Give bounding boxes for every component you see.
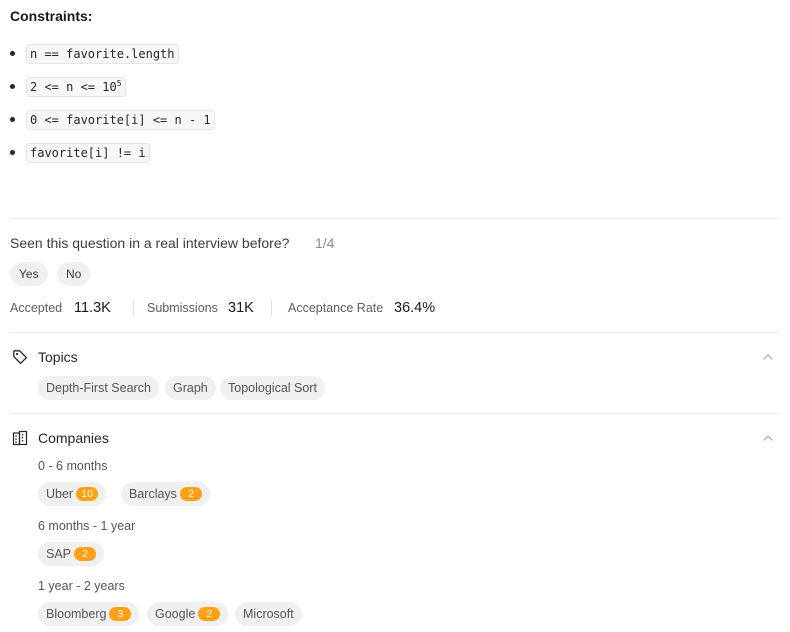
company-name: SAP	[46, 547, 72, 561]
company-tag[interactable]: Uber 10	[38, 482, 107, 506]
topic-tag[interactable]: Graph	[165, 376, 216, 400]
company-name: Bloomberg	[46, 607, 107, 621]
company-tag[interactable]: Barclays 2	[121, 482, 210, 506]
companies-heading[interactable]: Companies	[38, 430, 109, 446]
company-tag[interactable]: Microsoft	[235, 602, 302, 626]
stat-separator	[133, 300, 134, 316]
topic-tag[interactable]: Topological Sort	[220, 376, 325, 400]
company-tag[interactable]: Bloomberg 3	[38, 602, 140, 626]
period-label: 0 - 6 months	[38, 459, 108, 473]
company-name: Google	[155, 607, 196, 621]
building-icon	[12, 430, 28, 446]
question-details-panel: Constraints: n == favorite.length 2 <= n…	[0, 0, 790, 632]
constraint-code: favorite[i] != i	[26, 143, 150, 163]
yes-button[interactable]: Yes	[10, 262, 48, 286]
submissions-value: 31K	[228, 300, 254, 316]
interview-question-text: Seen this question in a real interview b…	[10, 235, 290, 251]
company-count-badge: 10	[76, 487, 99, 501]
company-count-badge: 2	[74, 547, 97, 561]
company-count-badge: 2	[179, 487, 202, 501]
stat-separator	[271, 300, 272, 316]
divider	[10, 218, 780, 219]
divider	[10, 413, 780, 414]
divider	[10, 332, 780, 333]
chevron-up-icon[interactable]	[762, 432, 774, 444]
company-tag[interactable]: Google 2	[147, 602, 229, 626]
company-count-badge: 3	[109, 607, 132, 621]
tag-icon	[13, 350, 28, 365]
constraints-heading: Constraints:	[10, 8, 93, 24]
bullet-icon	[10, 150, 15, 155]
accepted-label: Accepted	[10, 301, 63, 315]
submissions-label: Submissions	[147, 301, 218, 315]
topics-heading[interactable]: Topics	[38, 349, 78, 365]
company-name: Barclays	[129, 487, 177, 501]
bullet-icon	[10, 51, 15, 56]
constraint-code: 0 <= favorite[i] <= n - 1	[26, 110, 215, 130]
accepted-value: 11.3K	[74, 300, 111, 316]
bullet-icon	[10, 117, 15, 122]
acceptance-rate-value: 36.4%	[394, 300, 436, 316]
topic-tag[interactable]: Depth-First Search	[38, 376, 159, 400]
company-tag[interactable]: SAP 2	[38, 542, 105, 566]
constraint-code: n == favorite.length	[26, 44, 179, 64]
company-name: Uber	[46, 487, 74, 501]
period-label: 6 months - 1 year	[38, 519, 136, 533]
constraint-code: 2 <= n <= 105	[26, 77, 126, 97]
period-label: 1 year - 2 years	[38, 579, 125, 593]
company-name: Microsoft	[243, 607, 294, 621]
no-button[interactable]: No	[57, 262, 91, 286]
bullet-icon	[10, 84, 15, 89]
company-count-badge: 2	[198, 607, 221, 621]
interview-count: 1/4	[315, 235, 335, 251]
acceptance-rate-label: Acceptance Rate	[288, 301, 384, 315]
chevron-up-icon[interactable]	[762, 351, 774, 363]
